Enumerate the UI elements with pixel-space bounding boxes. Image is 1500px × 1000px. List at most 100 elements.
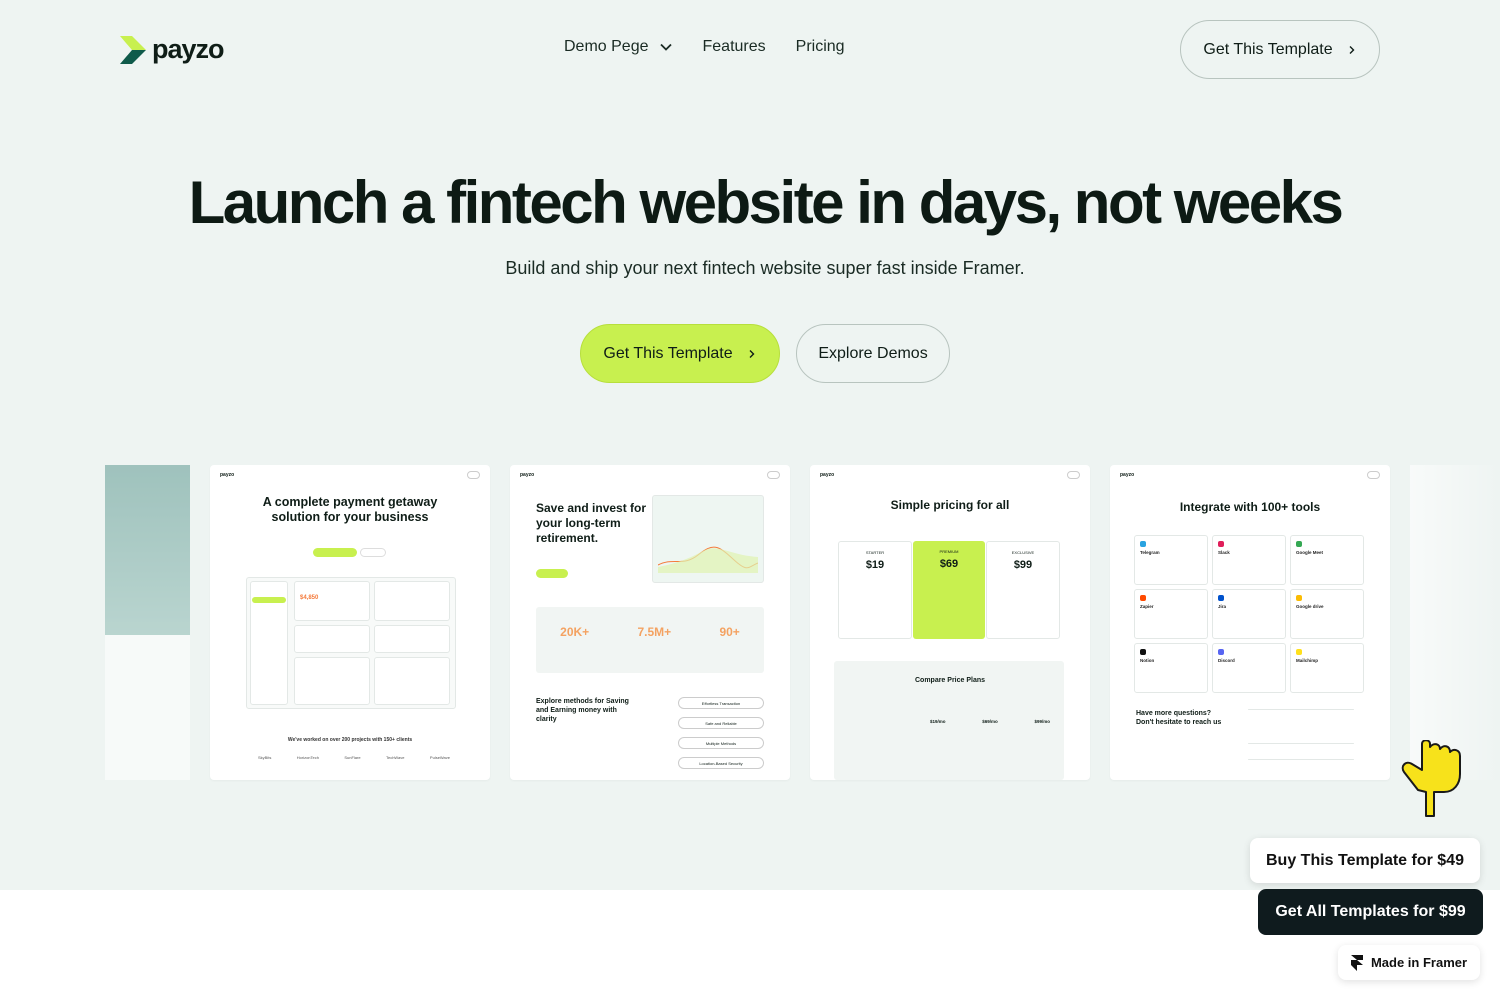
report-widget [374, 581, 450, 621]
plan-price: $69 [939, 558, 959, 570]
compare-price: $99/mo [1034, 719, 1050, 724]
tool-icon [1218, 649, 1224, 655]
demo-card-invest[interactable]: payzo Save and invest for your long-term… [510, 465, 790, 780]
main-nav: Demo Pege Features Pricing [564, 38, 845, 56]
tool-name: Zapier [1140, 604, 1154, 609]
logo-mark-icon [120, 35, 146, 64]
tool-card: Slack [1212, 535, 1286, 585]
client-logo: TechWave [385, 755, 405, 760]
tool-card: Jira [1212, 589, 1286, 639]
demo-card-pricing[interactable]: payzo Simple pricing for all STARTER $19… [810, 465, 1090, 780]
get-template-button[interactable]: Get This Template [580, 324, 780, 383]
mini-button [1066, 471, 1080, 479]
card-title: Simple pricing for all [890, 498, 1010, 512]
tool-icon [1296, 541, 1302, 547]
tool-name: Mailchimp [1296, 658, 1319, 663]
compare-prices: $19/mo $69/mo $99/mo [930, 719, 1050, 724]
card-title: Integrate with 100+ tools [1179, 500, 1321, 514]
button-label: Explore Demos [818, 344, 928, 362]
get-all-templates-button[interactable]: Get All Templates for $99 [1258, 889, 1483, 935]
mini-nav: payzo [220, 471, 480, 479]
tool-icon [1140, 595, 1146, 601]
nav-item-label: Demo Pege [564, 38, 649, 55]
compare-price: $19/mo [930, 719, 946, 724]
tool-card: Notion [1134, 643, 1208, 693]
tool-name: Discord [1218, 658, 1235, 663]
button-label: Get All Templates for $99 [1275, 903, 1466, 920]
tool-name: Jira [1218, 604, 1227, 609]
stats-row: 20K+ 7.5M+ 90+ [536, 625, 764, 639]
tool-card: Discord [1212, 643, 1286, 693]
demo-card-integrations[interactable]: payzo Integrate with 100+ tools Telegram… [1110, 465, 1390, 780]
method-item: Safe and Reliable [678, 717, 764, 729]
mini-cta [536, 569, 568, 578]
card-preview-partial-left[interactable] [105, 465, 190, 780]
faq-divider [1248, 743, 1354, 744]
mini-cta [313, 548, 357, 557]
tool-card: Zapier [1134, 589, 1208, 639]
pointing-hand-icon [1401, 740, 1461, 817]
balance-value: $4,850 [300, 595, 319, 601]
compare-price: $69/mo [982, 719, 998, 724]
method-item: Multiple Methods [678, 737, 764, 749]
hero-headline: Launch a fintech website in days, not we… [188, 169, 1344, 236]
made-in-framer-badge[interactable]: Made in Framer [1338, 945, 1480, 980]
mini-logo: payzo [820, 472, 835, 478]
chevron-down-icon [659, 43, 672, 51]
stats-widget [294, 625, 370, 653]
plan-price: $99 [1013, 559, 1033, 571]
demo-card-payment[interactable]: payzo A complete payment getaway solutio… [210, 465, 490, 780]
faq-heading: Have more questions? Don't hesitate to r… [1136, 710, 1222, 726]
tool-name: Google Meet [1296, 550, 1324, 555]
stats-band [536, 607, 764, 673]
tool-icon [1218, 541, 1224, 547]
mini-button [766, 471, 780, 479]
nav-item-label: Pricing [795, 38, 845, 55]
button-label: Buy This Template for $49 [1266, 851, 1464, 869]
client-logo: HorizonTech [296, 755, 319, 760]
sidebar-active-item [252, 597, 286, 603]
card-preview-partial-right[interactable] [1410, 465, 1500, 780]
buy-template-button[interactable]: Buy This Template for $49 [1250, 838, 1480, 883]
balance-widget [294, 581, 370, 621]
mini-nav: payzo [820, 471, 1080, 479]
tool-icon [1296, 649, 1302, 655]
mini-button [1366, 471, 1380, 479]
brand-name: payzo [152, 34, 225, 64]
client-logo: SunFlare [344, 755, 361, 760]
line-chart-graphic [658, 546, 758, 573]
mini-cta-secondary [360, 548, 386, 557]
tool-icon [1296, 595, 1302, 601]
nav-item-features[interactable]: Features [703, 38, 766, 56]
mini-logo: payzo [220, 472, 235, 478]
stat-value: 7.5M+ [637, 625, 672, 639]
mini-button [466, 471, 480, 479]
compare-title: Compare Price Plans [914, 677, 986, 684]
plan-price: $19 [865, 559, 885, 571]
framer-logo-icon [1350, 954, 1363, 971]
distribution-widget [294, 657, 370, 705]
plan-card: EXCLUSIVE $99 [986, 541, 1060, 639]
mini-nav: payzo [1120, 471, 1380, 479]
tool-icon [1218, 595, 1224, 601]
stats-widget [374, 625, 450, 653]
chevron-right-icon [749, 349, 755, 358]
explore-demos-button[interactable]: Explore Demos [796, 324, 950, 383]
hero-subline: Build and ship your next fintech website… [505, 258, 1025, 278]
stat-value: 20K+ [560, 625, 590, 639]
nav-get-template-button[interactable]: Get This Template [1180, 20, 1380, 79]
tool-name: Slack [1218, 550, 1230, 555]
nav-item-demo-page[interactable]: Demo Pege [564, 38, 673, 56]
tool-name: Google drive [1296, 604, 1324, 609]
client-logo: SkyBits [258, 755, 272, 760]
nav-item-pricing[interactable]: Pricing [796, 38, 845, 56]
faq-divider [1248, 709, 1354, 710]
card-banner [105, 465, 190, 635]
logo[interactable]: payzo [120, 34, 225, 65]
mini-logo: payzo [1120, 472, 1135, 478]
transactions-widget [374, 657, 450, 705]
card-footer-text: We've worked on over 200 projects with 1… [287, 737, 413, 743]
mini-logo: payzo [520, 472, 535, 478]
plan-name: STARTER [865, 550, 885, 555]
client-logos: SkyBits HorizonTech SunFlare TechWave Pu… [258, 755, 450, 760]
